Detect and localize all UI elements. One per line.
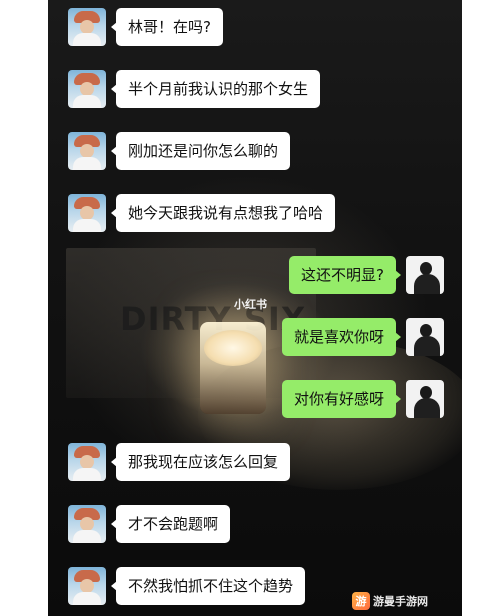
friend-avatar[interactable] <box>68 567 106 605</box>
received-message-bubble[interactable]: 半个月前我认识的那个女生 <box>110 70 321 108</box>
message-row: 她今天跟我说有点想我了哈哈 <box>68 194 336 232</box>
received-message-bubble[interactable]: 她今天跟我说有点想我了哈哈 <box>110 194 336 232</box>
received-message-bubble[interactable]: 林哥！在吗? <box>111 8 223 46</box>
sent-message-bubble[interactable]: 这还不明显? <box>289 256 401 294</box>
received-message-bubble[interactable]: 不然我怕抓不住这个趋势 <box>110 567 306 605</box>
message-row: 这还不明显? <box>289 256 444 294</box>
candle-glow <box>204 330 262 366</box>
friend-avatar[interactable] <box>68 505 106 543</box>
sent-message-bubble[interactable]: 就是喜欢你呀 <box>281 318 402 356</box>
received-message-bubble[interactable]: 才不会跑题啊 <box>110 505 231 543</box>
chat-screen: DIRTY SIX 小红书 林哥！在吗? 半个月前我认识的那个女生 刚加还是问你… <box>48 0 462 616</box>
message-row: 才不会跑题啊 <box>68 505 231 543</box>
friend-avatar[interactable] <box>68 70 106 108</box>
friend-avatar[interactable] <box>68 194 106 232</box>
my-avatar[interactable] <box>406 380 444 418</box>
friend-avatar[interactable] <box>68 8 106 46</box>
watermark-logo-icon: 游 <box>352 592 370 610</box>
message-row: 不然我怕抓不住这个趋势 <box>68 567 306 605</box>
message-row: 对你有好感呀 <box>281 380 444 418</box>
sent-message-bubble[interactable]: 对你有好感呀 <box>281 380 402 418</box>
received-message-bubble[interactable]: 刚加还是问你怎么聊的 <box>110 132 291 170</box>
watermark-center: 小红书 <box>234 298 267 311</box>
my-avatar[interactable] <box>406 256 444 294</box>
friend-avatar[interactable] <box>68 443 106 481</box>
message-row: 那我现在应该怎么回复 <box>68 443 291 481</box>
received-message-bubble[interactable]: 那我现在应该怎么回复 <box>110 443 291 481</box>
site-watermark: 游 游曼手游网 <box>352 590 442 612</box>
watermark-text: 游曼手游网 <box>373 595 428 608</box>
message-row: 刚加还是问你怎么聊的 <box>68 132 291 170</box>
message-row: 半个月前我认识的那个女生 <box>68 70 321 108</box>
message-row: 就是喜欢你呀 <box>281 318 444 356</box>
friend-avatar[interactable] <box>68 132 106 170</box>
my-avatar[interactable] <box>406 318 444 356</box>
message-row: 林哥！在吗? <box>68 8 223 46</box>
